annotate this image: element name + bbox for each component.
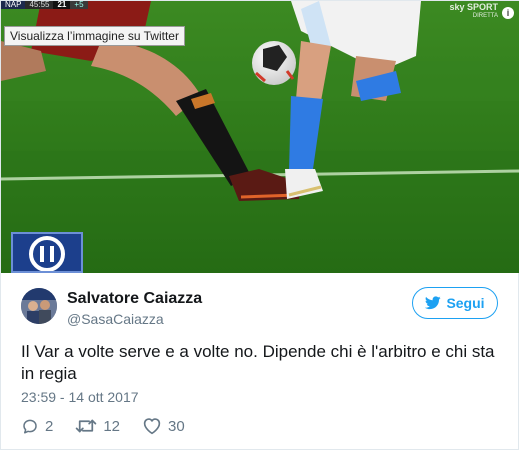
- author-handle[interactable]: @SasaCaiazza: [67, 311, 164, 327]
- scoreboard-time: 45:55: [25, 1, 54, 9]
- replay-logo: [11, 232, 83, 273]
- like-action[interactable]: 30: [142, 417, 185, 435]
- tweet-header: Salvatore Caiazza @SasaCaiazza Segui: [21, 285, 498, 327]
- tweet-embed-card: NAP 45:55 21 +5 sky SPORT DIRETTA i Visu…: [0, 0, 519, 450]
- reply-icon: [23, 419, 37, 434]
- retweet-count: 12: [103, 417, 121, 435]
- view-on-twitter-tooltip: Visualizza l’immagine su Twitter: [4, 26, 185, 46]
- broadcaster-sub: DIRETTA: [472, 13, 498, 19]
- follow-button[interactable]: Segui: [412, 287, 498, 319]
- reply-action[interactable]: 2: [21, 417, 53, 435]
- avatar[interactable]: [21, 288, 57, 324]
- info-icon[interactable]: i: [502, 7, 514, 19]
- follow-label: Segui: [446, 295, 485, 311]
- broadcaster-logo: sky SPORT DIRETTA: [449, 3, 498, 21]
- avatar-image: [21, 288, 57, 324]
- like-count: 30: [168, 417, 185, 435]
- broadcaster-name: sky SPORT: [449, 2, 498, 12]
- scoreboard-team: NAP: [1, 1, 26, 9]
- heart-icon: [143, 418, 161, 435]
- author-name[interactable]: Salvatore Caiazza: [67, 290, 202, 308]
- scoreboard-score: 21: [53, 1, 71, 9]
- retweet-action[interactable]: 12: [75, 417, 120, 435]
- reply-count: 2: [45, 417, 54, 435]
- scoreboard-plus: +5: [70, 1, 88, 9]
- replay-pause-icon: [29, 236, 65, 271]
- retweet-icon: [76, 419, 97, 433]
- tweet-actions: 2 12 30: [21, 415, 207, 437]
- tweet-timestamp[interactable]: 23:59 - 14 ott 2017: [21, 389, 139, 405]
- tweet-media-image[interactable]: NAP 45:55 21 +5 sky SPORT DIRETTA i Visu…: [1, 1, 519, 273]
- tweet-text: Il Var a volte serve e a volte no. Dipen…: [21, 342, 495, 383]
- scoreboard-overlay: NAP 45:55 21 +5: [1, 1, 88, 9]
- twitter-bird-icon: [425, 296, 442, 310]
